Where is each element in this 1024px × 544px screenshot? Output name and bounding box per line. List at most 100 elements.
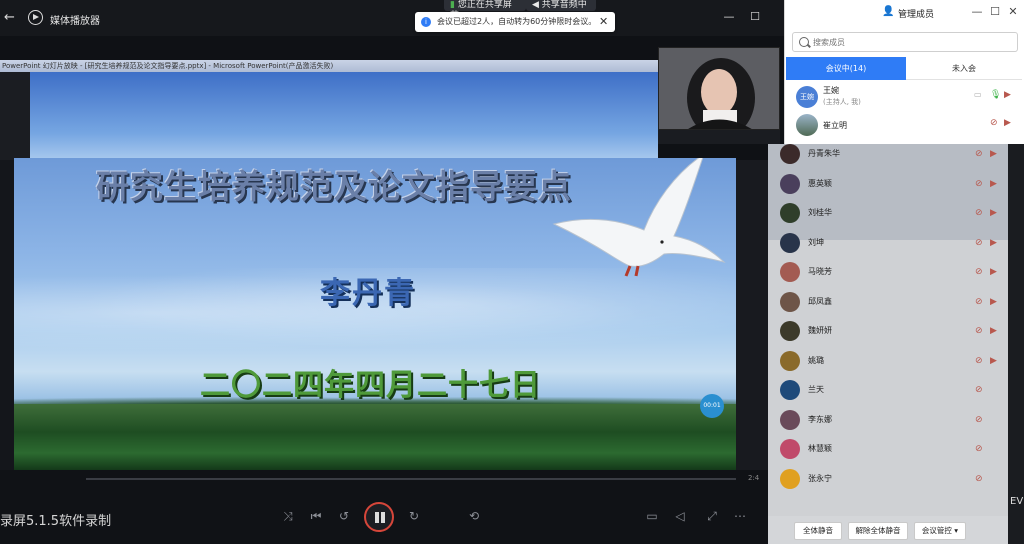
avatar bbox=[780, 144, 800, 164]
mic-muted-icon[interactable]: ⊘ bbox=[975, 355, 985, 367]
toast-text: 会议已超过2人，自动转为60分钟限时会议。 bbox=[437, 17, 597, 26]
camera-off-icon[interactable]: ▶ bbox=[1004, 90, 1011, 100]
camera-off-icon[interactable]: ▶ bbox=[990, 325, 1002, 337]
member-row[interactable]: 魏妍妍 ⊘ ▶ bbox=[770, 317, 1008, 346]
mic-muted-icon[interactable]: ⊘ bbox=[975, 325, 985, 337]
more-icon[interactable]: ⋯ bbox=[732, 508, 748, 524]
member-row[interactable]: 兰天 ⊘ bbox=[770, 376, 1008, 405]
member-name: 惠英颖 bbox=[808, 179, 832, 188]
host-row[interactable]: 王婉 王婉 (主持人, 我) ▭ 🎙 ▶ bbox=[786, 84, 1022, 110]
camera-off-icon[interactable]: ▶ bbox=[990, 355, 1002, 367]
edge-text: EV bbox=[1010, 496, 1024, 507]
member-row[interactable]: 惠英颖 ⊘ ▶ bbox=[770, 170, 1008, 199]
pause-button[interactable] bbox=[364, 502, 394, 532]
panel-minimize-button[interactable]: — bbox=[970, 5, 984, 19]
panel-title: 管理成员 bbox=[898, 10, 935, 20]
player-title-bar: ← 媒体播放器 — ☐ bbox=[0, 0, 784, 36]
avatar bbox=[780, 203, 800, 223]
member-row[interactable]: 林慧颖 ⊘ bbox=[770, 435, 1008, 464]
member-row[interactable]: 张永宁 ⊘ bbox=[770, 465, 1008, 494]
mic-muted-icon[interactable]: ⊘ bbox=[975, 178, 985, 190]
close-toast-button[interactable]: ✕ bbox=[599, 15, 611, 29]
fullscreen-icon[interactable]: ⤢ bbox=[704, 508, 720, 524]
right-edge-strip: EV bbox=[1008, 144, 1024, 544]
rewind-icon[interactable]: ↺ bbox=[336, 508, 352, 524]
time-readout: 2:4 bbox=[748, 474, 760, 482]
member-row[interactable]: 李东娜 ⊘ bbox=[770, 406, 1008, 435]
slide-author: 李丹青 bbox=[320, 276, 416, 311]
avatar bbox=[780, 321, 800, 341]
host-name: 王婉 bbox=[823, 86, 839, 95]
member-search[interactable] bbox=[792, 32, 1018, 52]
member-row[interactable]: 马晓芳 ⊘ ▶ bbox=[770, 258, 1008, 287]
mic-muted-icon[interactable]: ⊘ bbox=[975, 473, 985, 485]
mic-muted-icon[interactable]: ⊘ bbox=[990, 118, 998, 128]
host-avatar: 王婉 bbox=[796, 86, 818, 108]
mic-muted-icon[interactable]: ⊘ bbox=[975, 266, 985, 278]
member-row[interactable]: 崔立明 ⊘ ▶ bbox=[786, 112, 1022, 138]
screen-share-icon: ▭ bbox=[974, 90, 982, 99]
repeat-icon[interactable]: ⟲ bbox=[466, 508, 482, 524]
mic-muted-icon[interactable]: ⊘ bbox=[975, 148, 985, 160]
panel-close-button[interactable]: ✕ bbox=[1006, 5, 1020, 19]
member-row[interactable]: 姚璐 ⊘ ▶ bbox=[770, 347, 1008, 376]
member-name: 邱凤鑫 bbox=[808, 297, 832, 306]
progress-bar[interactable] bbox=[86, 478, 736, 480]
mic-muted-icon[interactable]: ⊘ bbox=[975, 414, 985, 426]
slide-edge bbox=[0, 72, 30, 160]
member-row[interactable]: 邱凤鑫 ⊘ ▶ bbox=[770, 288, 1008, 317]
forward-icon[interactable]: ↻ bbox=[406, 508, 422, 524]
webcam-footer bbox=[658, 130, 780, 144]
left-dark-strip bbox=[0, 160, 14, 472]
member-name: 刘桂华 bbox=[808, 208, 832, 217]
mic-muted-icon[interactable]: ⊘ bbox=[975, 207, 985, 219]
ppt-window-title: PowerPoint 幻灯片放映 - [研究生培养规范及论文指导要点.pptx]… bbox=[0, 60, 658, 72]
mute-all-button[interactable]: 全体静音 bbox=[794, 522, 842, 540]
slide-date: 二〇二四年四月二十七日 bbox=[200, 368, 541, 403]
unmute-all-button[interactable]: 解除全体静音 bbox=[848, 522, 908, 540]
tab-not-joined[interactable]: 未入会 bbox=[906, 57, 1022, 80]
camera-off-icon[interactable]: ▶ bbox=[990, 266, 1002, 278]
member-row[interactable]: 刘桂华 ⊘ ▶ bbox=[770, 199, 1008, 228]
panel-maximize-button[interactable]: ☐ bbox=[988, 5, 1002, 19]
mic-muted-icon[interactable]: ⊘ bbox=[975, 443, 985, 455]
back-arrow-icon[interactable]: ← bbox=[4, 10, 20, 26]
avatar bbox=[780, 292, 800, 312]
camera-off-icon[interactable]: ▶ bbox=[990, 237, 1002, 249]
presenter-webcam bbox=[658, 47, 780, 130]
member-name: 姚璐 bbox=[808, 356, 824, 365]
search-icon bbox=[799, 37, 809, 47]
camera-off-icon[interactable]: ▶ bbox=[1004, 118, 1011, 128]
camera-off-icon[interactable]: ▶ bbox=[990, 148, 1002, 160]
member-row[interactable]: 刘坤 ⊘ ▶ bbox=[770, 229, 1008, 258]
slide-top-sky bbox=[30, 72, 658, 160]
search-input[interactable] bbox=[813, 35, 1013, 49]
avatar bbox=[780, 410, 800, 430]
caption-icon[interactable]: ▭ bbox=[644, 508, 660, 524]
tab-in-meeting[interactable]: 会议中(14) bbox=[786, 57, 906, 80]
media-player-logo-icon bbox=[28, 10, 43, 25]
shuffle-icon[interactable]: ⤨ bbox=[280, 508, 296, 524]
member-row[interactable]: 丹青朱华 ⊘ ▶ bbox=[770, 140, 1008, 169]
presentation-slide: 研究生培养规范及论文指导要点 李丹青 二〇二四年四月二十七日 00:01 bbox=[14, 158, 736, 472]
member-name: 魏妍妍 bbox=[808, 326, 832, 335]
mic-muted-icon[interactable]: ⊘ bbox=[975, 237, 985, 249]
minimize-button[interactable]: — bbox=[722, 10, 736, 24]
right-dark-strip bbox=[736, 160, 768, 490]
sharing-indicator: ▮ 您正在共享屏幕 bbox=[444, 0, 526, 21]
member-name: 张永宁 bbox=[808, 474, 832, 483]
slide-title: 研究生培养规范及论文指导要点 bbox=[96, 167, 572, 206]
meeting-control-button[interactable]: 会议管控 ▾ bbox=[914, 522, 966, 540]
presenter-figure bbox=[659, 48, 779, 129]
volume-icon[interactable]: ◁ bbox=[672, 508, 688, 524]
speaker-icon: ◀ bbox=[532, 0, 542, 10]
mic-muted-icon[interactable]: ⊘ bbox=[975, 296, 985, 308]
previous-icon[interactable]: ⏮ bbox=[308, 508, 324, 524]
mic-muted-icon[interactable]: ⊘ bbox=[975, 384, 985, 396]
camera-off-icon[interactable]: ▶ bbox=[990, 178, 1002, 190]
mic-on-icon[interactable]: 🎙 bbox=[990, 90, 1001, 100]
camera-off-icon[interactable]: ▶ bbox=[990, 296, 1002, 308]
maximize-button[interactable]: ☐ bbox=[748, 10, 762, 24]
host-role: (主持人, 我) bbox=[823, 98, 861, 106]
camera-off-icon[interactable]: ▶ bbox=[990, 207, 1002, 219]
